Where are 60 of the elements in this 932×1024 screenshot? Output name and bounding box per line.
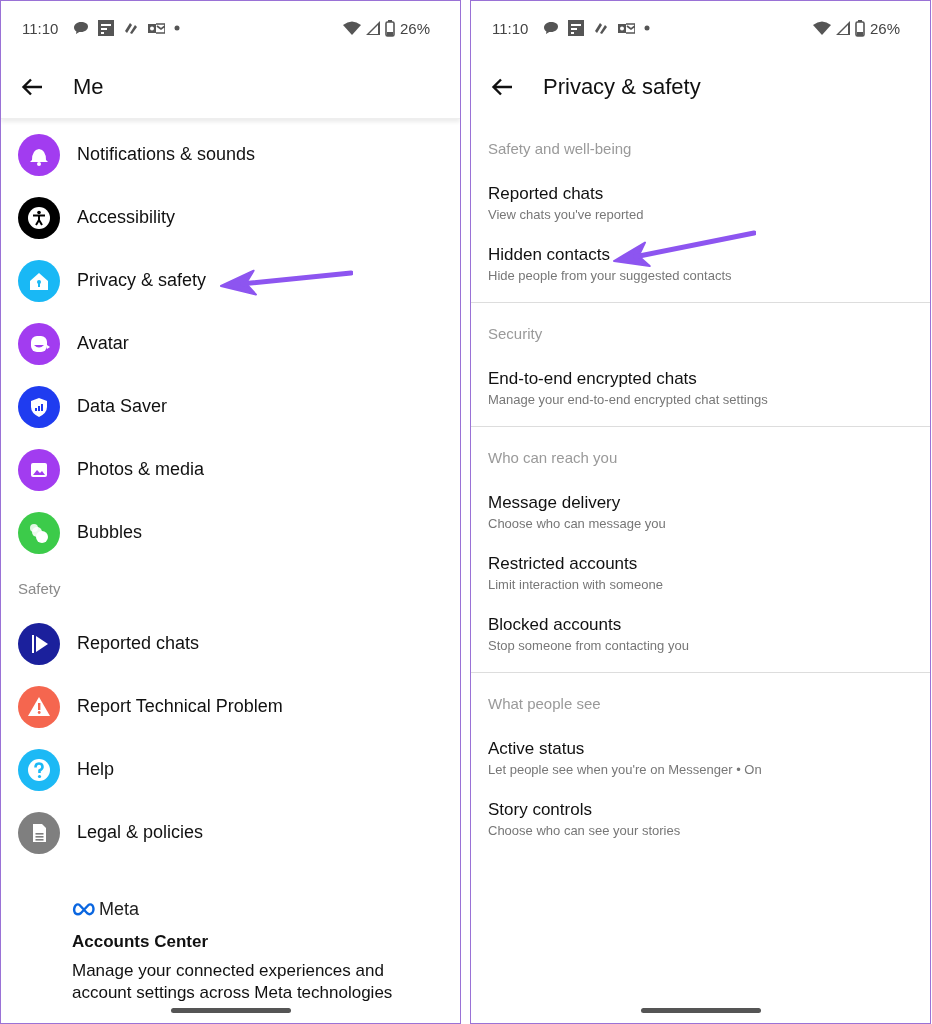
mail-icon [148,21,166,35]
section-heading: Who can reach you [488,448,619,468]
dot-icon [644,25,651,31]
document-icon [98,20,115,36]
battery-percent: 26% [869,19,900,37]
menu-item[interactable]: Help [77,759,115,780]
status-time: 11:10 [22,19,59,37]
screen-title: Me [73,73,104,100]
setting-title[interactable]: Blocked accounts [488,615,622,635]
menu-item[interactable]: Avatar [77,333,129,354]
section-heading: Safety [17,578,62,599]
accounts-center-title[interactable]: Accounts Center [72,932,440,952]
app-icon [123,21,140,35]
battery-icon [384,19,395,37]
section-heading: What people see [488,694,602,714]
menu-item[interactable]: Bubbles [77,522,143,543]
wifi-icon [342,21,361,35]
battery-icon [854,19,865,37]
status-time: 11:10 [492,19,529,37]
mail-icon [618,21,636,35]
screen-title: Privacy & safety [543,74,701,100]
battery-percent: 26% [399,19,430,37]
menu-item[interactable]: Photos & media [77,459,205,480]
signal-icon [835,21,850,35]
menu-item[interactable]: Reported chats [77,633,200,654]
back-arrow-icon[interactable] [491,78,513,96]
setting-description: Choose who can see your stories [488,822,682,840]
menu-item[interactable]: Legal & policies [77,822,204,843]
dot-icon [174,25,181,31]
infinity-logo-icon [72,902,96,916]
setting-description: Manage your end-to-end encrypted chat settings [488,391,769,409]
chat-bubble-icon [543,21,560,35]
menu-item[interactable]: Privacy & safety [77,270,207,291]
menu-item[interactable]: Notifications & sounds [77,144,256,165]
setting-title[interactable]: Message delivery [488,493,621,513]
signal-icon [365,21,380,35]
brand-name: Meta [99,898,140,920]
setting-description: Let people see when you're on Messenger • On [488,761,763,779]
menu-item[interactable]: Data Saver [77,396,168,417]
setting-description: View chats you've reported [488,206,645,224]
setting-title[interactable]: Active status [488,739,585,759]
app-icon [593,21,610,35]
setting-title[interactable]: Hidden contacts [488,245,610,265]
chat-bubble-icon [73,21,90,35]
back-arrow-icon[interactable] [21,77,43,96]
document-icon [568,20,585,36]
setting-title[interactable]: Restricted accounts [488,554,638,574]
menu-item[interactable]: Accessibility [77,207,176,228]
setting-title[interactable]: Story controls [488,800,592,820]
setting-description: Stop someone from contacting you [488,637,690,655]
setting-title[interactable]: Reported chats [488,184,604,204]
setting-description: Limit interaction with someone [488,576,664,594]
setting-description: Hide people from your suggested contacts [488,267,733,285]
setting-description: Choose who can message you [488,515,667,533]
setting-title[interactable]: End-to-end encrypted chats [488,369,697,389]
menu-item[interactable]: Report Technical Problem [77,696,283,717]
section-heading: Safety and well-being [488,139,633,159]
section-heading: Security [488,324,544,344]
accounts-center-description: Manage your connected experiences and account settings across Meta technologies [72,960,394,1004]
wifi-icon [812,21,831,35]
